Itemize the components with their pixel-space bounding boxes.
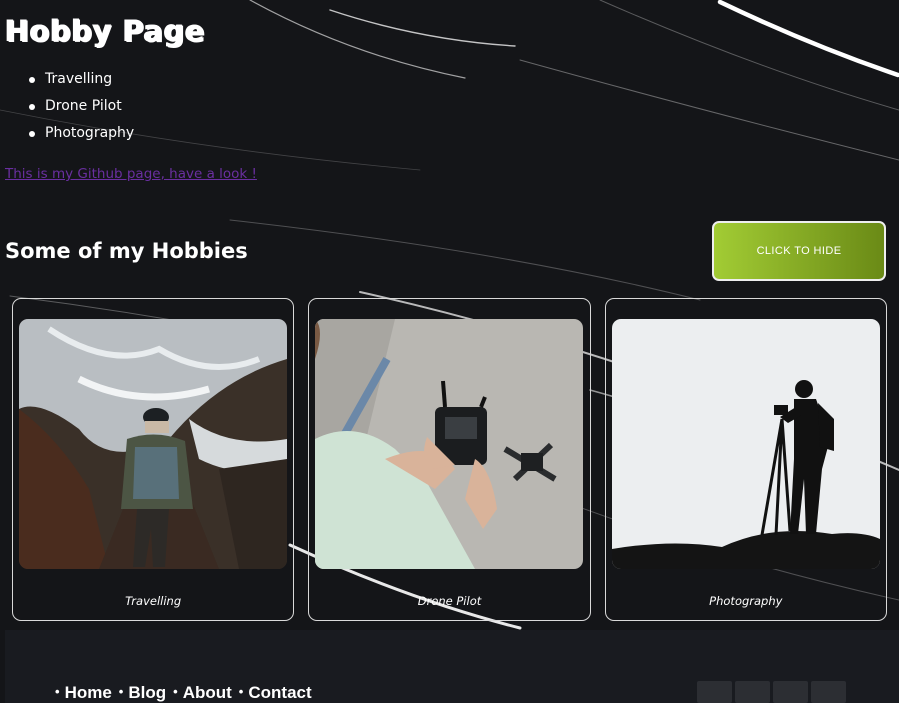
nav-link-blog[interactable]: Blog [128,683,166,703]
github-link[interactable]: This is my Github page, have a look ! [5,166,257,182]
hobby-card-photography: Photography [604,298,887,621]
social-icon[interactable] [811,681,846,703]
social-icon[interactable] [735,681,770,703]
hobby-card-travelling: Travelling [12,298,295,621]
card-caption: Photography [709,594,783,608]
footer-nav: • Home • Blog • About • Contact [55,683,319,703]
card-caption: Drone Pilot [417,594,482,608]
section-heading: Some of my Hobbies [5,239,248,263]
social-icon[interactable] [773,681,808,703]
hide-button[interactable]: CLICK TO HIDE [712,221,886,281]
social-icons [697,681,846,703]
nav-link-contact[interactable]: Contact [248,683,311,703]
photo-drone-controller [315,319,584,569]
nav-link-home[interactable]: Home [65,683,112,703]
footer: • Home • Blog • About • Contact [5,630,899,703]
social-icon[interactable] [697,681,732,703]
list-item: Photography [29,120,894,147]
hobby-card-drone-pilot: Drone Pilot [308,298,591,621]
page-title: Hobby Page [5,14,206,48]
nav-bullet: • [118,684,124,699]
hobby-list: Travelling Drone Pilot Photography [5,66,894,147]
list-item: Travelling [29,66,894,93]
nav-bullet: • [238,684,244,699]
photo-photographer-silhouette [611,319,880,569]
list-item: Drone Pilot [29,93,894,120]
photo-hiker [19,319,287,569]
nav-link-about[interactable]: About [183,683,232,703]
card-caption: Travelling [125,594,182,608]
hobby-cards: Travelling Drone Pilot Photography [5,298,894,621]
nav-bullet: • [173,684,178,699]
nav-bullet: • [55,684,60,699]
